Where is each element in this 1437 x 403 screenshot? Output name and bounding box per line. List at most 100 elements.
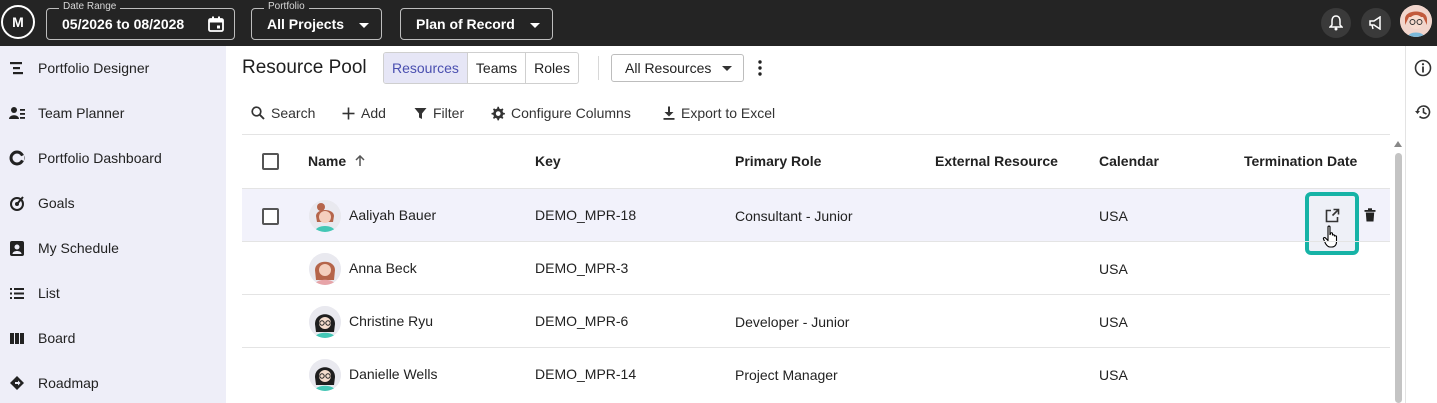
avatar bbox=[309, 200, 341, 232]
cell-key: DEMO_MPR-18 bbox=[535, 207, 637, 223]
cell-name: Danielle Wells bbox=[349, 366, 438, 382]
sidebar-item-list[interactable]: List bbox=[0, 271, 226, 316]
cell-calendar: USA bbox=[1099, 367, 1128, 383]
cell-key: DEMO_MPR-14 bbox=[535, 366, 637, 382]
sidebar-item-label: Portfolio Designer bbox=[38, 60, 150, 76]
sidebar-item-team-planner[interactable]: Team Planner bbox=[0, 91, 226, 136]
date-range-picker[interactable]: Date Range 05/2026 to 08/2028 bbox=[46, 1, 235, 40]
tab-resources[interactable]: Resources bbox=[384, 53, 468, 83]
table-row[interactable]: Aaliyah Bauer DEMO_MPR-18 Consultant - J… bbox=[242, 188, 1390, 241]
filter-button[interactable]: Filter bbox=[414, 103, 464, 123]
page-title: Resource Pool bbox=[242, 57, 367, 78]
portfolio-select[interactable]: Portfolio All Projects bbox=[251, 1, 382, 40]
column-header-calendar[interactable]: Calendar bbox=[1099, 153, 1159, 169]
search-icon bbox=[251, 106, 265, 120]
download-icon bbox=[663, 106, 675, 120]
list-icon bbox=[10, 288, 24, 299]
sidebar-item-label: My Schedule bbox=[38, 240, 119, 256]
sidebar-item-portfolio-designer[interactable]: Portfolio Designer bbox=[0, 46, 226, 91]
sidebar: Portfolio Designer Team Planner Portfoli… bbox=[0, 46, 226, 403]
divider bbox=[598, 56, 599, 80]
roadmap-icon bbox=[10, 376, 24, 390]
dashboard-icon bbox=[9, 150, 25, 166]
column-header-external-resource[interactable]: External Resource bbox=[935, 153, 1058, 169]
sidebar-item-goals[interactable]: Goals bbox=[0, 181, 226, 226]
filter-icon bbox=[414, 107, 427, 119]
right-rail bbox=[1405, 46, 1437, 403]
scroll-thumb[interactable] bbox=[1395, 153, 1402, 403]
select-all-checkbox[interactable] bbox=[262, 153, 279, 170]
cell-name: Anna Beck bbox=[349, 260, 417, 276]
sidebar-item-label: Roadmap bbox=[38, 375, 99, 391]
portfolio-value: All Projects bbox=[267, 16, 345, 32]
tab-roles[interactable]: Roles bbox=[526, 53, 578, 83]
column-header-termination-date[interactable]: Termination Date bbox=[1244, 153, 1357, 169]
cell-calendar: USA bbox=[1099, 208, 1128, 224]
cell-calendar: USA bbox=[1099, 314, 1128, 330]
board-icon bbox=[10, 333, 24, 344]
sidebar-item-board[interactable]: Board bbox=[0, 316, 226, 361]
goals-icon bbox=[10, 196, 24, 211]
top-bar: M Date Range 05/2026 to 08/2028 Portfoli… bbox=[0, 0, 1437, 46]
plus-icon bbox=[342, 107, 355, 119]
column-header-key[interactable]: Key bbox=[535, 153, 561, 169]
scroll-up-arrow-icon[interactable] bbox=[1394, 141, 1402, 147]
bell-icon bbox=[1329, 15, 1343, 31]
avatar bbox=[309, 306, 341, 338]
history-icon[interactable] bbox=[1414, 103, 1432, 121]
sidebar-item-label: Goals bbox=[38, 195, 75, 211]
tab-teams[interactable]: Teams bbox=[468, 53, 527, 83]
calendar-icon[interactable] bbox=[208, 16, 224, 37]
search-button[interactable]: Search bbox=[251, 103, 315, 123]
user-avatar[interactable] bbox=[1400, 5, 1432, 37]
avatar bbox=[309, 359, 341, 391]
notifications-button[interactable] bbox=[1321, 8, 1351, 38]
portfolio-designer-icon bbox=[10, 62, 23, 75]
table-scrollbar[interactable] bbox=[1392, 137, 1404, 403]
cell-name: Christine Ryu bbox=[349, 313, 434, 329]
add-button[interactable]: Add bbox=[342, 103, 386, 123]
sidebar-item-roadmap[interactable]: Roadmap bbox=[0, 361, 226, 403]
row-checkbox[interactable] bbox=[262, 208, 279, 225]
table-top-border bbox=[242, 134, 1390, 135]
sidebar-item-label: Board bbox=[38, 330, 76, 346]
announcements-button[interactable] bbox=[1361, 8, 1391, 38]
date-range-legend: Date Range bbox=[59, 1, 121, 13]
chevron-down-icon bbox=[359, 23, 369, 28]
filter-label: Filter bbox=[433, 105, 465, 121]
export-label: Export to Excel bbox=[681, 105, 776, 121]
delete-icon[interactable] bbox=[1364, 208, 1376, 222]
open-in-new-icon bbox=[1325, 208, 1340, 223]
sidebar-item-label: Portfolio Dashboard bbox=[38, 150, 162, 166]
megaphone-icon bbox=[1369, 16, 1381, 30]
info-icon[interactable] bbox=[1414, 59, 1432, 77]
plan-value: Plan of Record bbox=[416, 16, 515, 32]
gear-icon bbox=[491, 106, 505, 120]
cell-name: Aaliyah Bauer bbox=[349, 207, 437, 223]
sidebar-item-my-schedule[interactable]: My Schedule bbox=[0, 226, 226, 271]
app-logo[interactable]: M bbox=[1, 5, 35, 39]
chevron-down-icon bbox=[530, 23, 540, 28]
date-range-value: 05/2026 to 08/2028 bbox=[62, 16, 185, 32]
configure-columns-button[interactable]: Configure Columns bbox=[490, 103, 631, 123]
column-header-primary-role[interactable]: Primary Role bbox=[735, 153, 821, 169]
column-header-name[interactable]: Name bbox=[308, 153, 366, 169]
logo-text: M bbox=[12, 14, 24, 30]
cell-key: DEMO_MPR-3 bbox=[535, 260, 629, 276]
table-row[interactable]: Danielle Wells DEMO_MPR-14 Project Manag… bbox=[242, 347, 1390, 400]
sort-ascending-icon[interactable] bbox=[354, 154, 366, 167]
configure-columns-label: Configure Columns bbox=[511, 105, 631, 121]
more-options-icon[interactable] bbox=[754, 58, 766, 78]
table-row[interactable]: Christine Ryu DEMO_MPR-6 Developer - Jun… bbox=[242, 294, 1390, 347]
resource-filter-select[interactable]: All Resources bbox=[611, 54, 744, 82]
cell-primary-role: Project Manager bbox=[735, 367, 838, 383]
plan-select[interactable]: Plan of Record bbox=[400, 8, 553, 40]
sidebar-item-label: Team Planner bbox=[38, 105, 125, 121]
cell-primary-role: Developer - Junior bbox=[735, 314, 850, 330]
table-row[interactable]: Anna Beck DEMO_MPR-3 USA bbox=[242, 241, 1390, 294]
sidebar-item-portfolio-dashboard[interactable]: Portfolio Dashboard bbox=[0, 136, 226, 181]
sidebar-item-label: List bbox=[38, 285, 60, 301]
search-label: Search bbox=[271, 105, 316, 121]
cell-primary-role: Consultant - Junior bbox=[735, 208, 853, 224]
export-excel-button[interactable]: Export to Excel bbox=[663, 103, 775, 123]
